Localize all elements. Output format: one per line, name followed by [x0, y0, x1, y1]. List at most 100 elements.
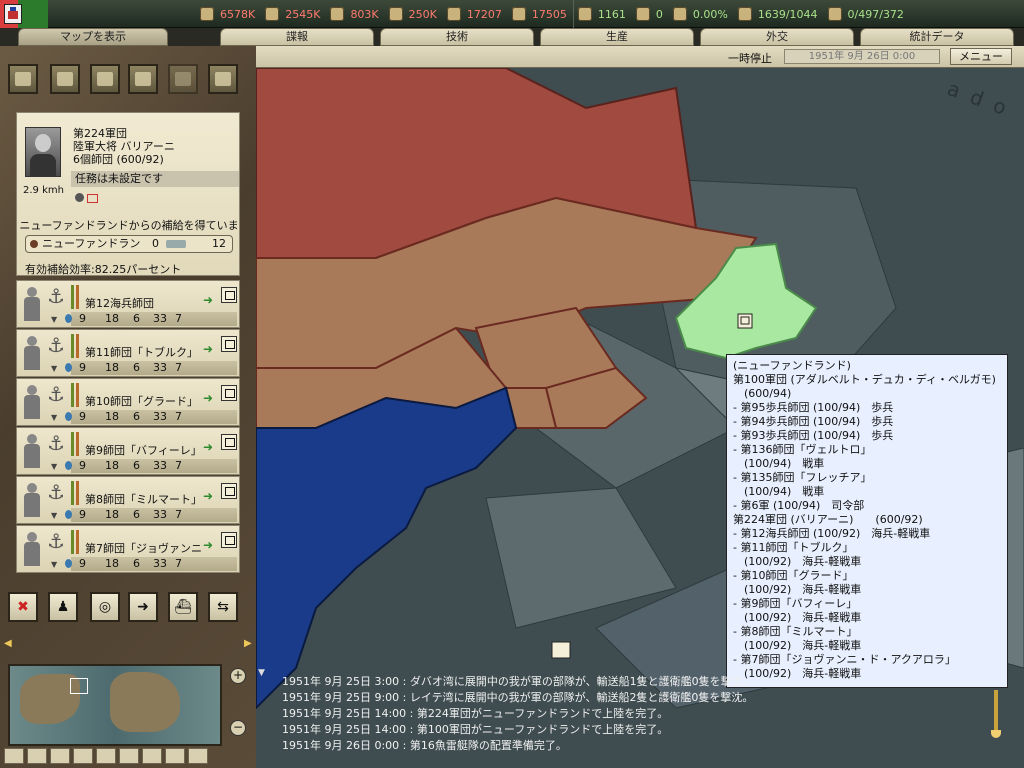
division-stat: 9: [79, 410, 86, 423]
division-command-icon[interactable]: [221, 336, 237, 352]
province-tooltip: (ニューファンドランド) 第100軍団 (アダルベルト・デュカ・ディ・ベルガモ) …: [726, 354, 1008, 688]
navy-filter-icon[interactable]: [128, 64, 158, 94]
resource-manpower: 1161: [572, 0, 632, 28]
filter-flag-icon[interactable]: [27, 748, 47, 764]
filter-tool-icon[interactable]: [142, 748, 162, 764]
division-command-icon[interactable]: [221, 385, 237, 401]
minimap-landmass: [110, 672, 180, 732]
soldier-icon: [21, 383, 43, 419]
resource-value: 0.00%: [692, 7, 728, 21]
division-stat: 6: [133, 557, 140, 570]
anchor-icon: ⚓: [47, 333, 65, 357]
tab-map[interactable]: マップを表示: [18, 28, 168, 46]
zoom-in-icon[interactable]: +: [230, 668, 246, 684]
move-arrow-icon[interactable]: ➜: [203, 440, 213, 454]
division-command-icon[interactable]: [221, 287, 237, 303]
rank-chevron-icon: ▼: [51, 364, 58, 373]
embark-icon[interactable]: ⛴: [168, 592, 198, 622]
move-arrow-icon[interactable]: ➜: [203, 391, 213, 405]
tooltip-line: (100/92) 海兵-軽戦車: [733, 583, 862, 596]
coat-of-arms-icon: [4, 4, 22, 24]
country-flag[interactable]: [0, 0, 48, 28]
pause-button[interactable]: 一時停止: [728, 50, 772, 66]
supplies-icon: [446, 7, 461, 21]
division-stat: 7: [175, 557, 182, 570]
division-name: 第9師団「バフィーレ」: [85, 444, 202, 457]
division-stats: 9 18 6 33 7: [65, 508, 237, 522]
division-command-icon[interactable]: [221, 434, 237, 450]
division-stat: 9: [79, 557, 86, 570]
division-stats: 9 18 6 33 7: [65, 361, 237, 375]
rank-chevron-icon: ▼: [51, 315, 58, 324]
division-command-icon[interactable]: [221, 532, 237, 548]
move-arrow-icon[interactable]: ➜: [203, 342, 213, 356]
supply-icon: [30, 240, 38, 248]
tab-diplomacy[interactable]: 外交: [700, 28, 854, 46]
division-stat: 18: [105, 557, 119, 570]
minimap[interactable]: [8, 664, 222, 746]
nav-left-arrow-icon[interactable]: ◀: [4, 638, 12, 649]
filter-air-icon[interactable]: [50, 748, 70, 764]
division-command-icon[interactable]: [221, 483, 237, 499]
minimap-viewport[interactable]: [70, 678, 88, 694]
soldier-icon: [21, 334, 43, 370]
filter-flag-icon[interactable]: [4, 748, 24, 764]
convoy-icon: [827, 7, 842, 21]
division-stat: 18: [105, 508, 119, 521]
manpower-icon: [577, 7, 592, 21]
division-row[interactable]: ⚓ 第11師団「トブルク」 ➜ ▼ 9 18 6 33 7: [16, 329, 240, 377]
tab-tech[interactable]: 技術: [380, 28, 534, 46]
supply-source[interactable]: ニューファンドラン 0 12: [25, 235, 233, 253]
tab-stats[interactable]: 統計データ: [860, 28, 1014, 46]
filter-resource-icon[interactable]: [119, 748, 139, 764]
division-row[interactable]: ⚓ 第9師団「バフィーレ」 ➜ ▼ 9 18 6 33 7: [16, 427, 240, 475]
tooltip-line: 第100軍団 (アダルベルト・デュカ・ディ・ベルガモ): [733, 373, 996, 386]
tooltip-line: - 第12海兵師団 (100/92) 海兵-軽戦車: [733, 527, 931, 540]
disband-icon[interactable]: ✖: [8, 592, 38, 622]
group-units-icon[interactable]: ♟: [48, 592, 78, 622]
resource-value: 1161: [597, 7, 626, 21]
zoom-out-icon[interactable]: −: [230, 720, 246, 736]
filter-star-icon[interactable]: [188, 748, 208, 764]
log-entry: 1951年 9月 25日 3:00 : ダバオ湾に展開中の我が軍の部隊が、輸送船…: [282, 675, 754, 688]
supply-efficiency: 有効補給効率:82.25パーセント: [25, 263, 182, 276]
division-row[interactable]: ⚓ 第7師団「ジョヴァンニ・ド・アク➜ ▼ 9 18 6 33 7: [16, 525, 240, 573]
filter-money-icon[interactable]: [73, 748, 93, 764]
tab-intel[interactable]: 諜報: [220, 28, 374, 46]
air-filter-icon[interactable]: [90, 64, 120, 94]
tab-production[interactable]: 生産: [540, 28, 694, 46]
move-arrow-icon[interactable]: ➜: [203, 538, 213, 552]
explosion-filter-icon[interactable]: [168, 64, 198, 94]
rank-chevron-icon: ▼: [51, 413, 58, 422]
target-icon[interactable]: ◎: [90, 592, 120, 622]
filter-supply-icon[interactable]: [96, 748, 116, 764]
filter-box-icon[interactable]: [165, 748, 185, 764]
army-filter-icon[interactable]: [50, 64, 80, 94]
resource-metal: 2545K: [261, 0, 326, 28]
log-scroll-handle[interactable]: [990, 690, 1002, 746]
resource-bar: 6578K 2545K 803K 250K 17207 17505 1161 0 0.00% 16…: [0, 0, 1024, 28]
reinforce-icon[interactable]: ➜: [128, 592, 158, 622]
unit-info-card: 2.9 kmh 第224軍団 陸軍大将 バリアーニ 6個師団 (600/92) …: [16, 112, 240, 276]
division-row[interactable]: ⚓ 第8師団「ミルマート」 ➜ ▼ 9 18 6 33 7: [16, 476, 240, 524]
division-row[interactable]: ⚓ 第10師団「グラード」 ➜ ▼ 9 18 6 33 7: [16, 378, 240, 426]
command-filter-icon[interactable]: [208, 64, 238, 94]
soldier-icon: [21, 432, 43, 468]
split-units-icon[interactable]: ⇆: [208, 592, 238, 622]
division-stat: 33: [153, 557, 167, 570]
tooltip-line: (100/94) 戦車: [733, 457, 825, 470]
mission-status[interactable]: 任務は未設定です: [71, 171, 239, 187]
move-arrow-icon[interactable]: ➜: [203, 293, 213, 307]
resource-dissent: 0.00%: [669, 0, 734, 28]
nav-right-arrow-icon[interactable]: ▶: [244, 638, 252, 649]
division-row[interactable]: ⚓ 第12海兵師団 ➜ ▼ 9 18 6 33 7: [16, 280, 240, 328]
move-arrow-icon[interactable]: ➜: [203, 489, 213, 503]
tooltip-line: (100/94) 戦車: [733, 485, 825, 498]
division-stats: 9 18 6 33 7: [65, 459, 237, 473]
division-stats: 9 18 6 33 7: [65, 410, 237, 424]
division-stat: 18: [105, 410, 119, 423]
terrain-map-icon[interactable]: [8, 64, 38, 94]
log-collapse-icon[interactable]: ▼: [258, 668, 265, 678]
menu-button[interactable]: メニュー: [950, 48, 1012, 65]
resource-value: 0: [655, 7, 663, 21]
